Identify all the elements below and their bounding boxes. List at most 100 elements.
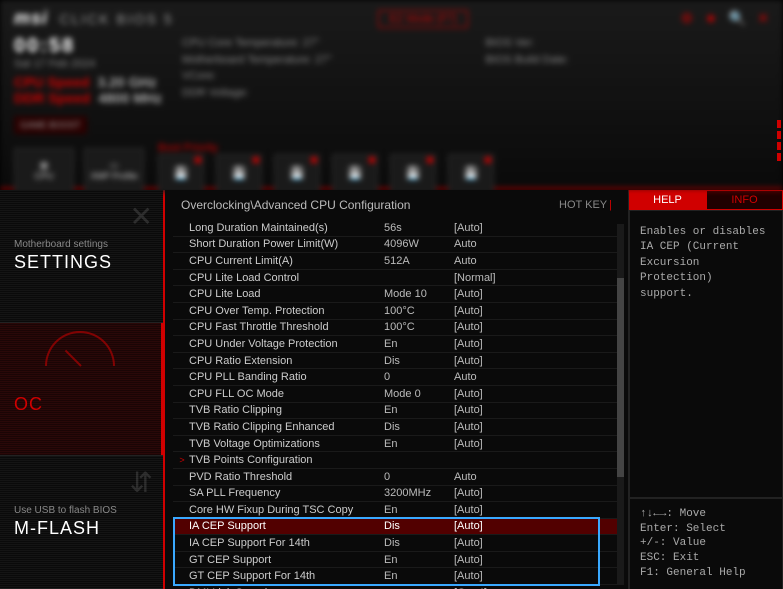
option-row[interactable]: CPU Fast Throttle Threshold100°C[Auto]: [173, 320, 620, 337]
option-name: CPU PLL Banding Ratio: [189, 371, 384, 383]
boot-device-1[interactable]: 💾: [158, 154, 204, 192]
option-name: CPU FLL OC Mode: [189, 388, 384, 400]
option-row[interactable]: TVB Ratio Clipping EnhancedDis[Auto]: [173, 419, 620, 436]
nav-settings[interactable]: ✕ Motherboard settings SETTINGS: [0, 190, 163, 323]
help-tab[interactable]: HELP: [629, 190, 706, 210]
scrollbar[interactable]: [617, 224, 624, 585]
option-row[interactable]: PVD Ratio Threshold0Auto: [173, 469, 620, 486]
screenshot-icon[interactable]: ★: [705, 10, 718, 26]
breadcrumb: Overclocking\Advanced CPU Configuration: [181, 198, 410, 212]
right-panel: HELP INFO Enables or disables IA CEP (Cu…: [628, 190, 783, 589]
lang-icon[interactable]: ⚙: [681, 10, 694, 26]
option-value: En: [384, 504, 454, 516]
option-row[interactable]: DMI Link Speed[Gen4]: [173, 585, 620, 589]
option-name: CPU Over Temp. Protection: [189, 305, 384, 317]
option-row[interactable]: CPU Current Limit(A)512AAuto: [173, 253, 620, 270]
option-name: CPU Lite Load Control: [189, 272, 384, 284]
option-row[interactable]: Core HW Fixup During TSC CopyEn[Auto]: [173, 502, 620, 519]
option-row[interactable]: TVB Ratio ClippingEn[Auto]: [173, 403, 620, 420]
option-row[interactable]: CPU PLL Banding Ratio0Auto: [173, 369, 620, 386]
option-status: [Auto]: [454, 487, 514, 499]
option-row[interactable]: CPU Lite LoadMode 10[Auto]: [173, 286, 620, 303]
option-value: 100°C: [384, 321, 454, 333]
key-move: ↑↓←→: Move: [640, 507, 772, 522]
option-value: Dis: [384, 355, 454, 367]
option-name: CPU Lite Load: [189, 288, 384, 300]
game-boost-badge[interactable]: GAME BOOST: [14, 116, 87, 134]
option-row[interactable]: CPU Over Temp. Protection100°C[Auto]: [173, 303, 620, 320]
option-status: Auto: [454, 255, 514, 267]
expand-icon: >: [175, 455, 189, 465]
option-name: TVB Voltage Optimizations: [189, 438, 384, 450]
option-value: 100°C: [384, 305, 454, 317]
option-name: Long Duration Maintained(s): [189, 222, 384, 234]
bios-header: msi CLICK BIOS 5 EZ Mode (F7) ⚙ ★ 🔍 ✕ 00…: [0, 0, 783, 190]
option-value: 512A: [384, 255, 454, 267]
option-value: Dis: [384, 421, 454, 433]
option-row[interactable]: TVB Voltage OptimizationsEn[Auto]: [173, 436, 620, 453]
option-value: En: [384, 570, 454, 582]
clock-date: Sat 17 Feb 2024: [14, 58, 162, 70]
tools-icon: ✕: [130, 200, 153, 233]
option-row[interactable]: CPU Lite Load Control [Normal]: [173, 270, 620, 287]
option-value: 0: [384, 471, 454, 483]
boot-device-6[interactable]: 💾: [448, 154, 494, 192]
key-help: ↑↓←→: Move Enter: Select +/-: Value ESC:…: [629, 498, 783, 589]
option-value: En: [384, 554, 454, 566]
cpu-tab[interactable]: ▦ CPU: [14, 148, 74, 192]
option-status: [Auto]: [454, 421, 514, 433]
option-name: TVB Points Configuration: [189, 454, 384, 466]
option-name: GT CEP Support For 14th: [189, 570, 384, 582]
boot-priority-label: Boot Priority: [158, 142, 769, 154]
option-row[interactable]: CPU FLL OC ModeMode 0[Auto]: [173, 386, 620, 403]
boot-device-4[interactable]: 💾: [332, 154, 378, 192]
boot-device-2[interactable]: 💾: [216, 154, 262, 192]
nav-oc-label: OC: [14, 394, 149, 415]
option-row[interactable]: SA PLL Frequency3200MHz[Auto]: [173, 486, 620, 503]
clock: 00:58: [14, 35, 162, 58]
option-name: TVB Ratio Clipping Enhanced: [189, 421, 384, 433]
temp-block: CPU Core Temperature: 27° Motherboard Te…: [182, 35, 465, 106]
option-row[interactable]: CPU Ratio ExtensionDis[Auto]: [173, 353, 620, 370]
key-esc: ESC: Exit: [640, 551, 772, 566]
option-row[interactable]: CPU Under Voltage ProtectionEn[Auto]: [173, 336, 620, 353]
boot-device-5[interactable]: 💾: [390, 154, 436, 192]
option-name: IA CEP Support: [189, 520, 384, 532]
top-icon-row: ⚙ ★ 🔍 ✕: [673, 10, 769, 27]
xmp-profile-tab[interactable]: ▭ XMP Profile: [84, 148, 144, 192]
option-status: [Auto]: [454, 305, 514, 317]
option-row[interactable]: GT CEP SupportEn[Auto]: [173, 552, 620, 569]
option-row[interactable]: >TVB Points Configuration: [173, 452, 620, 469]
option-status: [Auto]: [454, 537, 514, 549]
hotkey-button[interactable]: HOT KEY|: [559, 199, 612, 211]
system-block: BIOS Ver: BIOS Build Date:: [486, 35, 769, 106]
nav-settings-label: SETTINGS: [14, 252, 149, 273]
option-name: GT CEP Support: [189, 554, 384, 566]
option-row[interactable]: Short Duration Power Limit(W)4096WAuto: [173, 237, 620, 254]
option-status: [Auto]: [454, 222, 514, 234]
option-status: [Auto]: [454, 388, 514, 400]
ez-mode-button[interactable]: EZ Mode (F7): [378, 10, 468, 28]
option-status: Auto: [454, 238, 514, 250]
option-status: [Auto]: [454, 288, 514, 300]
option-value: Mode 0: [384, 388, 454, 400]
option-row[interactable]: Long Duration Maintained(s)56s[Auto]: [173, 220, 620, 237]
scroll-thumb[interactable]: [617, 278, 624, 477]
nav-mflash[interactable]: ⇵ Use USB to flash BIOS M-FLASH: [0, 456, 163, 589]
option-name: CPU Under Voltage Protection: [189, 338, 384, 350]
center-panel: Overclocking\Advanced CPU Configuration …: [165, 190, 628, 589]
option-status: [Normal]: [454, 272, 514, 284]
option-value: 4096W: [384, 238, 454, 250]
search-icon[interactable]: 🔍: [728, 10, 745, 26]
option-value: En: [384, 438, 454, 450]
info-tab[interactable]: INFO: [706, 190, 783, 210]
option-row[interactable]: IA CEP SupportDis[Auto]: [173, 519, 620, 536]
option-name: CPU Ratio Extension: [189, 355, 384, 367]
option-row[interactable]: GT CEP Support For 14thEn[Auto]: [173, 568, 620, 585]
option-row[interactable]: IA CEP Support For 14thDis[Auto]: [173, 535, 620, 552]
nav-mflash-label: M-FLASH: [14, 518, 149, 539]
boot-device-3[interactable]: 💾: [274, 154, 320, 192]
nav-oc[interactable]: OC: [0, 323, 163, 456]
option-status: [Auto]: [454, 570, 514, 582]
close-icon[interactable]: ✕: [757, 10, 769, 26]
